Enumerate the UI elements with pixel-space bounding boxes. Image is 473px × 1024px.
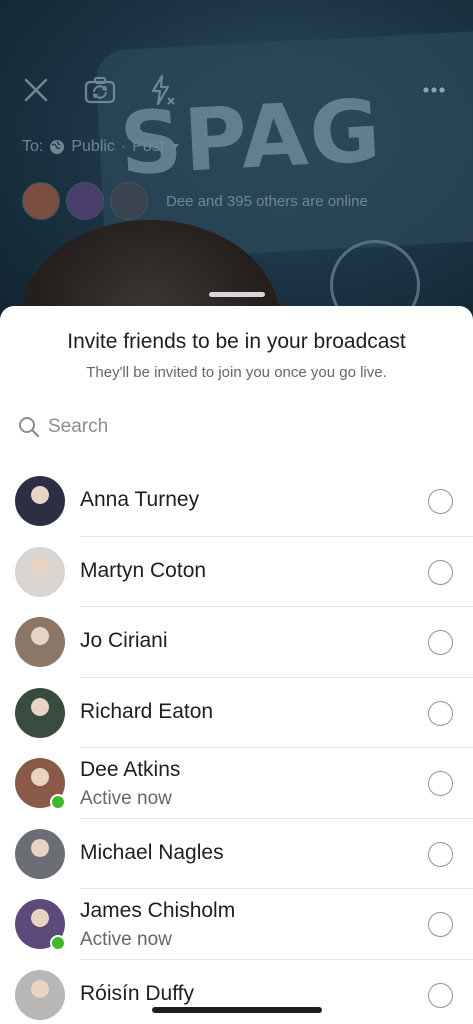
friend-row[interactable]: Michael Nagles xyxy=(0,819,473,889)
friend-name: Dee Atkins xyxy=(80,758,181,781)
online-friends-row: Dee and 395 others are online xyxy=(22,182,368,220)
friend-name: James Chisholm xyxy=(80,899,236,922)
flash-button[interactable] xyxy=(144,72,180,108)
caret-down-icon xyxy=(171,144,180,149)
audience-selector[interactable]: To: Public · Post xyxy=(22,138,180,156)
friend-row[interactable]: Róisín Duffy xyxy=(0,960,473,1024)
search-input[interactable]: Search xyxy=(18,412,458,442)
select-radio[interactable] xyxy=(428,982,453,1008)
friend-row[interactable]: Jo Ciriani xyxy=(0,607,473,678)
online-avatar xyxy=(22,182,60,220)
more-options-button[interactable] xyxy=(416,72,452,108)
select-radio[interactable] xyxy=(428,630,453,655)
close-icon xyxy=(24,78,48,102)
audience-separator: · xyxy=(120,138,127,155)
audience-to-label: To: xyxy=(22,138,44,155)
friend-list: Anna Turney Martyn Coton Jo Ciriani Richard… xyxy=(0,466,473,1024)
online-indicator xyxy=(50,794,66,810)
audience-destination: Post xyxy=(132,138,165,155)
friend-avatar xyxy=(15,546,65,597)
friend-status: Active now xyxy=(80,929,172,950)
flip-camera-icon xyxy=(84,77,116,104)
select-radio[interactable] xyxy=(428,841,453,867)
friend-row[interactable]: Dee Atkins Active now xyxy=(0,748,473,819)
globe-icon xyxy=(50,140,65,154)
friend-name: Michael Nagles xyxy=(80,840,224,864)
friend-name: Anna Turney xyxy=(80,488,200,511)
friend-avatar xyxy=(15,476,65,526)
close-button[interactable] xyxy=(18,72,54,108)
flip-camera-button[interactable] xyxy=(82,72,118,108)
friend-row[interactable]: James Chisholm Active now xyxy=(0,889,473,960)
select-radio[interactable] xyxy=(428,700,453,726)
friend-row[interactable]: Anna Turney xyxy=(0,466,473,537)
friend-name: Richard Eaton xyxy=(80,699,214,723)
online-avatar xyxy=(66,182,104,220)
online-indicator xyxy=(50,935,66,951)
friend-avatar xyxy=(15,969,65,1020)
camera-controls xyxy=(0,72,473,112)
sheet-title: Invite friends to be in your broadcast xyxy=(67,330,406,353)
friend-avatar xyxy=(15,617,65,667)
select-radio[interactable] xyxy=(428,771,453,796)
friend-name: Róisín Duffy xyxy=(80,981,194,1005)
search-icon xyxy=(19,417,40,438)
select-radio[interactable] xyxy=(428,559,453,585)
online-count-text: Dee and 395 others are online xyxy=(166,192,368,210)
sheet-drag-handle[interactable] xyxy=(209,292,265,297)
invite-sheet: Invite friends to be in your broadcast T… xyxy=(0,306,473,1024)
friend-avatar xyxy=(15,687,65,738)
home-indicator xyxy=(152,1007,322,1013)
select-radio[interactable] xyxy=(428,912,453,937)
search-placeholder: Search xyxy=(48,416,109,437)
friend-avatar xyxy=(15,828,65,879)
audience-privacy: Public xyxy=(71,138,115,155)
friend-status: Active now xyxy=(80,788,172,809)
friend-name: Jo Ciriani xyxy=(80,629,168,652)
friend-row[interactable]: Martyn Coton xyxy=(0,537,473,607)
friend-row[interactable]: Richard Eaton xyxy=(0,678,473,748)
select-radio[interactable] xyxy=(428,489,453,514)
flash-off-icon xyxy=(151,74,175,106)
sheet-subtitle: They'll be invited to join you once you … xyxy=(86,364,387,381)
camera-preview: SPAG xyxy=(0,0,473,330)
friend-name: Martyn Coton xyxy=(80,558,207,582)
more-icon xyxy=(423,87,445,93)
online-avatar xyxy=(110,182,148,220)
